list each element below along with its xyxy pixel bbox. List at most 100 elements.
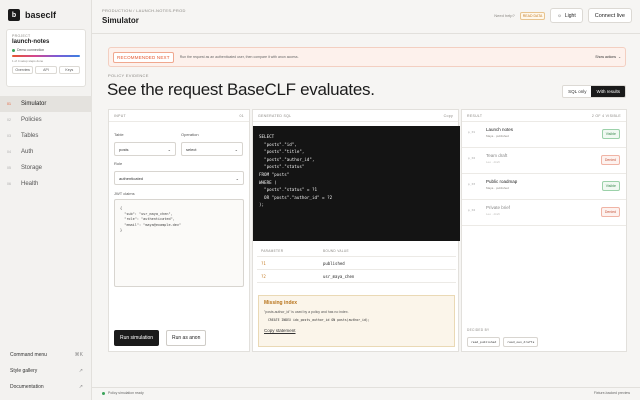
project-tab-api[interactable]: API <box>35 66 57 74</box>
status-bar-left: Policy simulation ready <box>102 391 144 395</box>
project-meta: 1 of 4 setup steps done <box>12 59 44 63</box>
project-tab-keys[interactable]: Keys <box>58 66 80 74</box>
sidebar-item-storage[interactable]: 05 Storage <box>0 160 92 176</box>
status-badge: Visible <box>601 129 620 139</box>
brand[interactable]: b baseclf <box>8 9 56 21</box>
table-row: ?1 published <box>257 257 456 270</box>
copy-statement-link[interactable]: Copy statement <box>264 328 449 333</box>
project-card[interactable]: PROJECT launch-notes Demo connection 1 o… <box>6 29 86 87</box>
sql-panel: GENERATED SQL Copy SELECT "posts"."id", … <box>252 109 460 352</box>
style-gallery-label: Style gallery <box>10 368 38 374</box>
table-value: posts <box>119 146 129 152</box>
docs-badge[interactable]: READ DATA <box>519 11 546 20</box>
param-value: published <box>323 260 345 266</box>
status-bar-right: Fixture-backed preview <box>593 391 630 395</box>
list-item[interactable]: p_03 Public roadmap Maya · published Vis… <box>462 174 626 200</box>
keyboard-shortcut-icon: ⌘K <box>74 352 83 358</box>
sidebar-item-label: Simulator <box>21 101 47 107</box>
jwt-label: JWT claims <box>114 191 135 196</box>
section-title: See the request BaseCLF evaluates. <box>107 80 375 99</box>
style-gallery-link[interactable]: Style gallery ↗ <box>0 363 92 379</box>
policy-chip[interactable]: read_published <box>467 337 501 347</box>
row-title: Public roadmap <box>486 179 518 184</box>
panel-number: 01 <box>239 113 244 118</box>
banner-text: Run the request as an authenticated user… <box>179 55 299 59</box>
panel-title: RESULT <box>467 113 483 118</box>
list-item[interactable]: p_04 Private brief Leo · draft Denied <box>462 200 626 226</box>
toggle-sql-only[interactable]: SQL only <box>563 86 592 97</box>
theme-toggle-button[interactable]: ☼ Light <box>550 8 583 23</box>
table-header: PARAMETER BOUND VALUE <box>257 249 456 257</box>
policy-chip[interactable]: read_own_drafts <box>503 337 539 347</box>
list-item[interactable]: p_01 Launch notes Maya · published Visib… <box>462 122 626 148</box>
param-value: usr_maya_chen <box>323 273 355 279</box>
table-label: Table <box>114 132 124 137</box>
jwt-claims-editor[interactable]: { "sub": "usr_maya_chen", "role": "authe… <box>114 199 244 287</box>
connection-label: Demo connection <box>17 48 45 52</box>
external-link-icon: ↗ <box>78 384 83 390</box>
breadcrumb: PRODUCTION / LAUNCH-NOTES-PROD <box>102 8 186 13</box>
toggle-with-results[interactable]: With results <box>591 86 625 97</box>
connect-live-button[interactable]: Connect live <box>587 8 632 23</box>
brand-logo-icon: b <box>8 9 20 21</box>
command-menu-link[interactable]: Command menu ⌘K <box>0 347 92 363</box>
copy-sql-button[interactable]: Copy <box>444 114 453 118</box>
header-actions: Need help? READ DATA ☼ Light Connect liv… <box>494 8 632 23</box>
input-panel-header: INPUT 01 <box>109 110 249 122</box>
missing-index-text: "posts.author_id" is used by a policy an… <box>264 310 349 314</box>
row-title: Launch notes <box>486 127 514 132</box>
project-tabs: Overview API Keys <box>12 66 80 74</box>
sidebar-item-label: Health <box>21 181 39 187</box>
command-menu-label: Command menu <box>10 352 47 358</box>
nav-number: 04 <box>7 150 11 154</box>
documentation-label: Documentation <box>10 384 44 390</box>
chevron-down-icon: ⌄ <box>618 55 621 59</box>
column-header: PARAMETER <box>261 249 284 253</box>
sidebar-item-tables[interactable]: 03 Tables <box>0 128 92 144</box>
view-toggle: SQL only With results <box>562 85 626 98</box>
column-header: BOUND VALUE <box>323 249 349 253</box>
missing-index-title: Missing index <box>264 300 298 306</box>
row-title: Private brief <box>486 205 511 210</box>
sidebar-nav: 01 Simulator 02 Policies 03 Tables 04 Au… <box>0 96 92 192</box>
policy-chips: read_published read_own_drafts <box>467 337 539 347</box>
parameter-table: PARAMETER BOUND VALUE ?1 published ?2 us… <box>257 249 456 283</box>
row-subtitle: Maya · published <box>486 134 509 138</box>
sidebar-item-label: Auth <box>21 149 34 155</box>
sidebar-item-simulator[interactable]: 01 Simulator <box>0 96 92 112</box>
brand-name: baseclf <box>25 10 57 20</box>
section-eyebrow: POLICY EVIDENCE <box>108 73 149 78</box>
row-id: p_04 <box>468 208 476 212</box>
input-panel: INPUT 01 Table posts ⌄ Operation select … <box>108 109 250 352</box>
row-id: p_01 <box>468 130 476 134</box>
chevron-down-icon: ⌄ <box>167 146 171 152</box>
list-item[interactable]: p_02 Team draft Leo · draft Denied <box>462 148 626 174</box>
sidebar-item-policies[interactable]: 02 Policies <box>0 112 92 128</box>
sidebar-item-auth[interactable]: 04 Auth <box>0 144 92 160</box>
documentation-link[interactable]: Documentation ↗ <box>0 379 92 395</box>
table-select[interactable]: posts ⌄ <box>114 142 176 156</box>
panel-title: GENERATED SQL <box>258 113 292 118</box>
sql-panel-header: GENERATED SQL Copy <box>253 110 458 122</box>
row-title: Team draft <box>486 153 508 158</box>
sidebar-item-health[interactable]: 06 Health <box>0 176 92 192</box>
missing-index-callout: Missing index "posts.author_id" is used … <box>258 295 455 347</box>
param-name: ?2 <box>261 273 266 279</box>
decided-by-label: DECIDED BY <box>467 328 490 332</box>
sidebar-item-label: Tables <box>21 133 39 139</box>
status-badge: Denied <box>600 155 620 165</box>
project-name: launch-notes <box>12 39 50 45</box>
operation-value: select <box>186 146 197 152</box>
create-index-statement: CREATE INDEX idx_posts_author_id ON post… <box>268 318 370 322</box>
project-tab-overview[interactable]: Overview <box>12 66 34 74</box>
role-select[interactable]: authenticated ⌄ <box>114 171 244 185</box>
run-as-anon-button[interactable]: Run as anon <box>166 330 207 346</box>
run-simulation-button[interactable]: Run simulation <box>114 330 160 346</box>
nav-number: 02 <box>7 118 11 122</box>
param-name: ?1 <box>261 260 266 266</box>
page-title: Simulator <box>102 16 139 25</box>
nav-number: 03 <box>7 134 11 138</box>
nav-number: 06 <box>7 182 11 186</box>
operation-select[interactable]: select ⌄ <box>181 142 243 156</box>
show-actions-button[interactable]: Show actions ⌄ <box>595 55 621 59</box>
